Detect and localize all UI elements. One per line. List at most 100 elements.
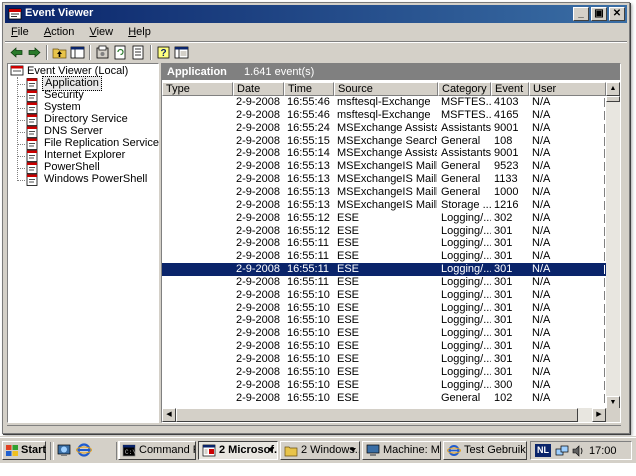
- refresh-icon[interactable]: [112, 44, 129, 61]
- minimize-button[interactable]: _: [573, 7, 589, 21]
- column-header-user[interactable]: User: [529, 82, 606, 96]
- cell-source: msftesql-Exchange: [337, 108, 431, 121]
- event-row[interactable]: iInformation2-9-200816:55:11ESELogging/.…: [162, 250, 606, 263]
- event-row[interactable]: iInformation2-9-200816:55:10ESELogging/.…: [162, 366, 606, 379]
- cell-user: N/A: [532, 224, 551, 237]
- network-icon[interactable]: [555, 444, 569, 458]
- horizontal-scrollbar[interactable]: ◀ ▶: [162, 408, 606, 422]
- event-row[interactable]: iInformation2-9-200816:55:12ESELogging/.…: [162, 212, 606, 225]
- cell-source: ESE: [337, 275, 360, 288]
- column-header-date[interactable]: Date: [233, 82, 284, 96]
- event-row[interactable]: iInformation2-9-200816:55:13MSExchangeIS…: [162, 160, 606, 173]
- event-log-icon: [26, 90, 38, 102]
- properties-icon[interactable]: [94, 44, 111, 61]
- event-row[interactable]: iInformation2-9-200816:55:10ESELogging/.…: [162, 314, 606, 327]
- toolbar: ?: [5, 43, 627, 63]
- clock[interactable]: 17:00: [589, 445, 617, 457]
- show-hide-tree-icon[interactable]: [69, 44, 86, 61]
- cell-date: 2-9-2008: [236, 224, 281, 237]
- menu-help[interactable]: Help: [122, 24, 157, 38]
- cell-event: 301: [494, 301, 513, 314]
- scroll-up-button[interactable]: ▲: [606, 82, 620, 96]
- taskbar-button-mmc[interactable]: 2 Microsof...: [198, 441, 278, 460]
- event-row[interactable]: iInformation2-9-200816:55:10ESELogging/.…: [162, 327, 606, 340]
- menu-file[interactable]: File: [5, 24, 35, 38]
- taskbar-button-computer[interactable]: Machine: MB...: [362, 441, 441, 460]
- event-log-icon: [26, 102, 38, 114]
- column-header-event[interactable]: Event: [491, 82, 529, 96]
- event-row[interactable]: iInformation2-9-200816:55:11ESELogging/.…: [162, 276, 606, 289]
- taskbar-button-internet-explorer[interactable]: Test Gebruik...: [443, 441, 527, 460]
- column-header-time[interactable]: Time: [284, 82, 334, 96]
- column-header-category[interactable]: Category: [438, 82, 491, 96]
- up-folder-icon[interactable]: [51, 44, 68, 61]
- cell-category: Logging/...: [441, 211, 491, 224]
- cell-category: Logging/...: [441, 314, 491, 327]
- cell-category: MSFTES...: [441, 96, 491, 108]
- event-row[interactable]: iInformation2-9-200816:55:13MSExchangeIS…: [162, 199, 606, 212]
- event-row[interactable]: iInformation2-9-200816:55:12ESELogging/.…: [162, 225, 606, 238]
- event-row[interactable]: iInformation2-9-200816:55:46msftesql-Exc…: [162, 109, 606, 122]
- row-edge: [604, 329, 605, 339]
- cell-event: 108: [494, 134, 513, 147]
- back-arrow-icon[interactable]: [8, 44, 25, 61]
- computer-icon: [366, 444, 380, 457]
- event-row[interactable]: iInformation2-9-200816:55:10ESEGeneral10…: [162, 392, 606, 405]
- event-row[interactable]: iInformation2-9-200816:55:11ESELogging/.…: [162, 237, 606, 250]
- title-bar[interactable]: Event Viewer _ ▣ ✕: [5, 5, 627, 23]
- cell-user: N/A: [532, 134, 551, 147]
- event-log-icon: [26, 78, 38, 90]
- cell-category: Logging/...: [441, 353, 491, 365]
- event-row[interactable]: iInformation2-9-200816:55:10ESELogging/.…: [162, 289, 606, 302]
- event-row[interactable]: iInformation2-9-200816:55:15MSExchange S…: [162, 135, 606, 148]
- menu-action[interactable]: Action: [38, 24, 81, 38]
- event-row[interactable]: iInformation2-9-200816:55:46msftesql-Exc…: [162, 96, 606, 109]
- event-row[interactable]: iInformation2-9-200816:55:24MSExchange A…: [162, 122, 606, 135]
- column-header-type[interactable]: Type: [162, 82, 233, 96]
- cell-source: ESE: [337, 378, 360, 391]
- cell-user: N/A: [532, 198, 551, 211]
- event-row[interactable]: iInformation2-9-200816:55:10ESELogging/.…: [162, 353, 606, 366]
- language-indicator[interactable]: NL: [535, 444, 551, 457]
- cell-event: 301: [494, 275, 513, 288]
- close-button[interactable]: ✕: [609, 7, 625, 21]
- start-button[interactable]: Start: [2, 441, 46, 460]
- event-row[interactable]: iInformation2-9-200816:55:10ESELogging/.…: [162, 379, 606, 392]
- restore-button[interactable]: ▣: [591, 7, 607, 21]
- cell-time: 16:55:46: [287, 108, 330, 121]
- cell-date: 2-9-2008: [236, 147, 281, 160]
- cell-user: N/A: [532, 378, 551, 391]
- event-row[interactable]: iInformation2-9-200816:55:13MSExchangeIS…: [162, 173, 606, 186]
- column-header-source[interactable]: Source: [334, 82, 438, 96]
- show-desktop-icon[interactable]: [56, 442, 72, 458]
- cell-date: 2-9-2008: [236, 185, 281, 198]
- help-topics-icon[interactable]: [173, 44, 190, 61]
- cell-event: 9001: [494, 121, 519, 134]
- scroll-right-button[interactable]: ▶: [592, 408, 606, 422]
- cell-time: 16:55:13: [287, 160, 330, 173]
- export-list-icon[interactable]: [130, 44, 147, 61]
- event-row[interactable]: iInformation2-9-200816:55:10ESELogging/.…: [162, 340, 606, 353]
- event-viewer-window: Event Viewer _▣✕ File Action View Help: [2, 2, 630, 434]
- help-icon[interactable]: ?: [155, 44, 172, 61]
- horizontal-scroll-thumb[interactable]: [176, 408, 578, 422]
- cell-source: ESE: [337, 327, 360, 340]
- menu-view[interactable]: View: [83, 24, 119, 38]
- vertical-scrollbar[interactable]: ▲ ▼: [606, 82, 620, 410]
- event-row[interactable]: iInformation2-9-200816:55:11ESELogging/.…: [162, 263, 606, 277]
- taskbar-button-command-prompt[interactable]: C:\Command Pr...: [118, 441, 196, 460]
- tree-connector: [17, 144, 25, 145]
- volume-icon[interactable]: [571, 444, 585, 458]
- scroll-left-button[interactable]: ◀: [162, 408, 176, 422]
- vertical-scroll-thumb[interactable]: [606, 96, 620, 102]
- event-row[interactable]: iInformation2-9-200816:55:13MSExchangeIS…: [162, 186, 606, 199]
- cell-date: 2-9-2008: [236, 340, 281, 353]
- event-row[interactable]: iInformation2-9-200816:55:10ESELogging/.…: [162, 302, 606, 315]
- cell-user: N/A: [532, 237, 551, 250]
- cell-user: N/A: [532, 121, 551, 134]
- internet-explorer-icon[interactable]: [76, 442, 92, 458]
- forward-arrow-icon[interactable]: [26, 44, 43, 61]
- cell-time: 16:55:10: [287, 327, 330, 340]
- event-row[interactable]: iInformation2-9-200816:55:14MSExchange A…: [162, 147, 606, 160]
- taskbar-button-folder[interactable]: 2 Windows...: [280, 441, 360, 460]
